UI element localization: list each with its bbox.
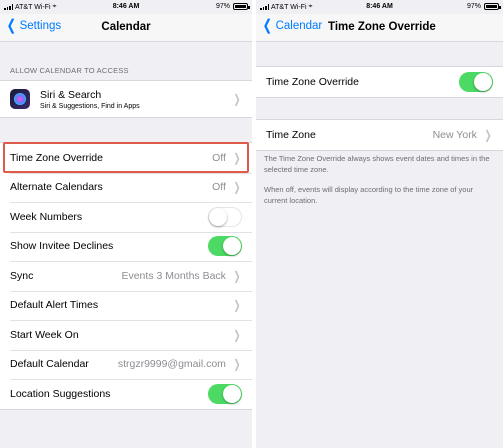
row-week-numbers: Week Numbers — [0, 202, 252, 232]
row-label: Default Alert Times — [10, 299, 99, 312]
row-show-invitee-declines: Show Invitee Declines — [0, 231, 252, 262]
row-label: Alternate Calendars — [10, 181, 103, 194]
battery-icon — [484, 3, 501, 10]
row-label: Time Zone Override — [10, 151, 103, 164]
row-label: Start Week On — [10, 328, 79, 341]
row-time-zone-override: Time Zone Override — [256, 67, 503, 97]
footnote-override: The Time Zone Override always shows even… — [264, 154, 490, 174]
back-button-label: Calendar — [275, 20, 323, 32]
time-zone-override-toggle[interactable] — [459, 71, 493, 92]
row-value: Off — [212, 151, 226, 164]
chevron-right-icon: ❯ — [233, 180, 241, 195]
row-alternate-calendars[interactable]: Alternate Calendars Off ❯ — [0, 172, 252, 203]
row-label: Sync — [10, 269, 34, 282]
row-label: Default Calendar — [10, 358, 89, 371]
override-group: Time Zone Override — [256, 66, 503, 98]
chevron-right-icon: ❯ — [233, 298, 241, 313]
row-sync[interactable]: Sync Events 3 Months Back ❯ — [0, 261, 252, 291]
time-zone-group: Time Zone New York ❯ — [256, 119, 503, 151]
row-location-suggestions: Location Suggestions — [0, 379, 252, 409]
row-default-calendar[interactable]: Default Calendar strgzr9999@gmail.com ❯ — [0, 349, 252, 380]
chevron-left-icon: ❮ — [262, 17, 273, 34]
siri-title: Siri & Search — [40, 88, 102, 101]
battery-icon — [233, 3, 250, 10]
row-value: New York — [432, 128, 477, 141]
chevron-right-icon: ❯ — [233, 150, 241, 165]
show-invitee-declines-toggle[interactable] — [208, 236, 242, 257]
navigation-bar: ❮ Settings Calendar — [0, 14, 252, 42]
row-time-zone-override[interactable]: Time Zone Override Off ❯ — [0, 143, 252, 173]
footnote-off: When off, events will display according … — [264, 185, 474, 205]
battery: 97% — [215, 3, 250, 10]
row-start-week-on[interactable]: Start Week On ❯ — [0, 320, 252, 350]
battery: 97% — [466, 3, 501, 10]
time-zone-override-screen: AT&T Wi-Fi ⌖ 8:46 AM 97% ❮ Calendar Time… — [256, 0, 503, 448]
row-value: strgzr9999@gmail.com — [117, 358, 226, 371]
siri-icon — [10, 89, 30, 109]
calendar-options-group: Time Zone Override Off ❯ Alternate Calen… — [0, 142, 252, 410]
row-default-alert-times[interactable]: Default Alert Times ❯ — [0, 290, 252, 321]
battery-percent: 97% — [466, 3, 481, 10]
section-header: ALLOW CALENDAR TO ACCESS — [10, 66, 129, 75]
chevron-right-icon: ❯ — [233, 357, 241, 372]
week-numbers-toggle[interactable] — [208, 206, 242, 227]
status-time: 8:46 AM — [366, 3, 393, 10]
siri-subtitle: Siri & Suggestions, Find in Apps — [40, 102, 140, 110]
chevron-right-icon: ❯ — [484, 127, 492, 142]
row-label: Time Zone Override — [266, 75, 359, 88]
row-label: Week Numbers — [10, 210, 83, 223]
siri-search-row[interactable]: Siri & Search Siri & Suggestions, Find i… — [0, 81, 252, 117]
chevron-right-icon: ❯ — [233, 327, 241, 342]
chevron-right-icon: ❯ — [233, 268, 241, 283]
status-bar: AT&T Wi-Fi ⌖ 8:46 AM 97% — [0, 0, 252, 14]
row-value: Off — [212, 181, 226, 194]
status-time: 8:46 AM — [112, 3, 140, 10]
row-time-zone[interactable]: Time Zone New York ❯ — [256, 120, 503, 150]
page-title: Time Zone Override — [328, 21, 436, 33]
back-button[interactable]: ❮ Calendar — [261, 17, 323, 34]
row-label: Time Zone — [266, 128, 316, 141]
chevron-right-icon: ❯ — [233, 92, 241, 106]
siri-group: Siri & Search Siri & Suggestions, Find i… — [0, 80, 252, 118]
navigation-bar: ❮ Calendar Time Zone Override — [256, 14, 503, 42]
status-bar: AT&T Wi-Fi ⌖ 8:46 AM 97% — [256, 0, 503, 14]
location-suggestions-toggle[interactable] — [208, 383, 242, 404]
page-title: Calendar — [101, 21, 151, 33]
row-value: Events 3 Months Back — [121, 269, 226, 282]
battery-percent: 97% — [215, 3, 230, 10]
row-label: Show Invitee Declines — [10, 240, 114, 253]
row-label: Location Suggestions — [10, 387, 111, 400]
calendar-settings-screen: AT&T Wi-Fi ⌖ 8:46 AM 97% ❮ Settings Cale… — [0, 0, 252, 448]
